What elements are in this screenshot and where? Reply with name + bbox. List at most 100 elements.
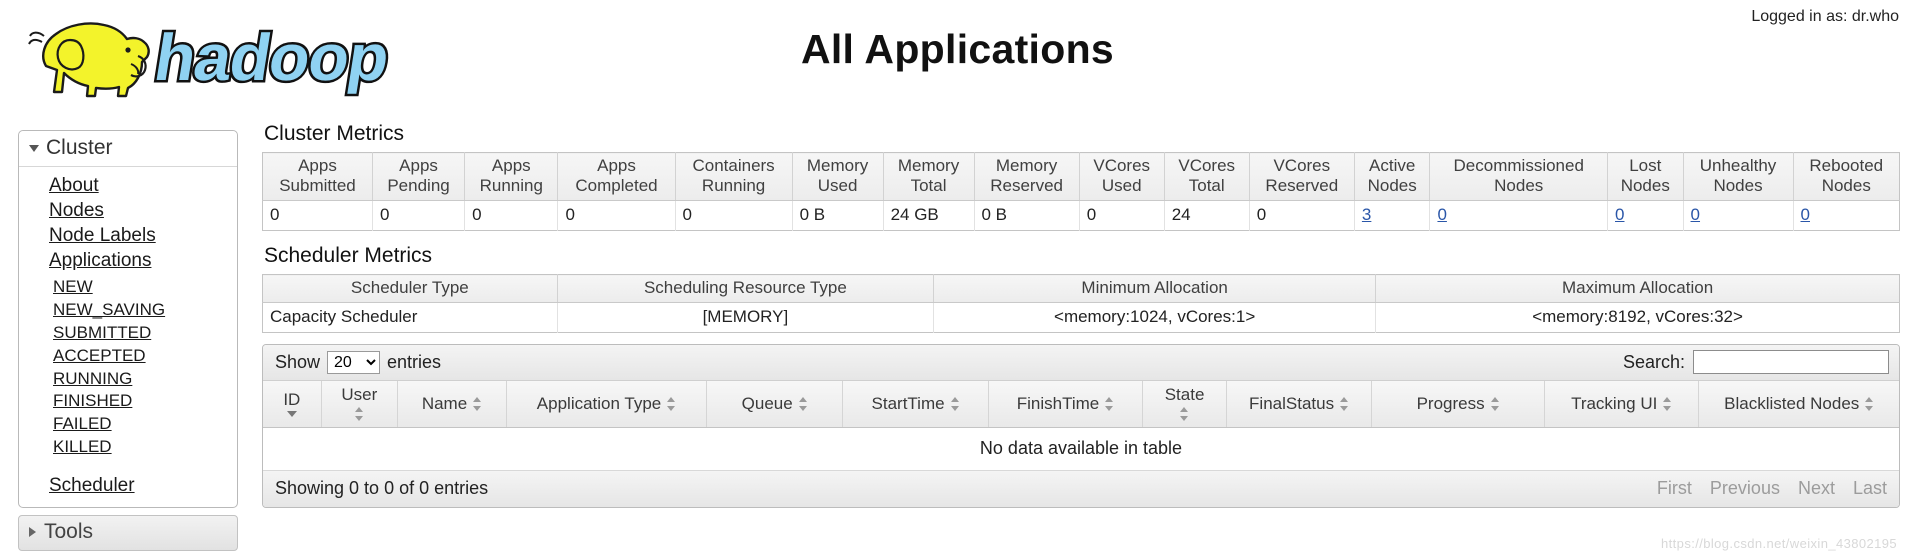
- state-submitted-label[interactable]: SUBMITTED: [53, 323, 151, 342]
- val-decommissioned-nodes[interactable]: 0: [1429, 200, 1609, 231]
- pagination-last[interactable]: Last: [1853, 478, 1887, 499]
- sidebar-item-state-accepted[interactable]: ACCEPTED: [53, 345, 237, 368]
- sidebar-item-state-failed[interactable]: FAILED: [53, 413, 237, 436]
- sort-desc-icon[interactable]: [286, 411, 297, 418]
- sidebar-item-scheduler[interactable]: Scheduler: [19, 465, 237, 497]
- sidebar-item-state-running[interactable]: RUNNING: [53, 368, 237, 391]
- val-apps-completed-text: 0: [565, 205, 575, 225]
- th-name-label: Name: [421, 393, 468, 413]
- th-queue[interactable]: Queue: [706, 381, 844, 429]
- th-starttime[interactable]: StartTime: [842, 381, 989, 429]
- sort-both-icon[interactable]: [667, 396, 676, 412]
- val-vcores-reserved-text: 0: [1256, 205, 1267, 225]
- th-user[interactable]: User: [321, 381, 398, 429]
- sidebar-section-tools[interactable]: Tools: [18, 514, 238, 551]
- pagination-first[interactable]: First: [1657, 478, 1692, 499]
- th-progress[interactable]: Progress: [1371, 381, 1545, 429]
- val-rebooted-nodes[interactable]: 0: [1793, 200, 1900, 231]
- val-rebooted-nodes-link[interactable]: 0: [1801, 205, 1810, 224]
- sort-both-icon[interactable]: [473, 396, 482, 412]
- cluster-metrics-table: Apps Submitted Apps Pending Apps Running: [262, 152, 1900, 232]
- col-maximum-allocation: Maximum Allocation: [1375, 274, 1900, 304]
- state-finished-label[interactable]: FINISHED: [53, 391, 132, 410]
- sort-both-icon[interactable]: [798, 396, 808, 412]
- sort-both-icon[interactable]: [1180, 406, 1189, 422]
- col-apps-running: Apps Running: [464, 152, 559, 202]
- sort-both-icon[interactable]: [1340, 396, 1349, 412]
- val-unhealthy-nodes-link[interactable]: 0: [1691, 205, 1700, 224]
- val-memory-total-text: 24 GB: [890, 205, 939, 225]
- val-lost-nodes[interactable]: 0: [1607, 200, 1684, 231]
- sidebar-item-state-submitted[interactable]: SUBMITTED: [53, 322, 237, 345]
- sidebar-item-nodes-label[interactable]: Nodes: [49, 200, 104, 221]
- col-memory-used-l1: Memory: [806, 156, 869, 175]
- sidebar-item-about[interactable]: About: [49, 173, 237, 198]
- main-content: Cluster Metrics Apps Submitted Apps Pend…: [262, 122, 1900, 509]
- th-state[interactable]: State: [1142, 381, 1227, 429]
- chevron-down-icon[interactable]: [29, 144, 39, 152]
- th-id[interactable]: ID: [263, 381, 322, 429]
- sort-both-icon[interactable]: [1663, 396, 1672, 412]
- th-application-type[interactable]: Application Type: [506, 381, 707, 429]
- sidebar-item-scheduler-label[interactable]: Scheduler: [49, 475, 135, 496]
- col-memory-reserved-l2: Reserved: [990, 176, 1063, 196]
- sidebar-section-cluster-label: Cluster: [46, 136, 113, 159]
- sort-both-icon[interactable]: [1865, 396, 1874, 412]
- state-new-label[interactable]: NEW: [53, 277, 93, 296]
- col-apps-completed-l1: Apps: [597, 156, 636, 175]
- sidebar-item-state-finished[interactable]: FINISHED: [53, 390, 237, 413]
- sidebar-item-applications[interactable]: Applications: [49, 248, 237, 273]
- th-name[interactable]: Name: [397, 381, 508, 429]
- val-memory-reserved: 0 B: [974, 200, 1080, 231]
- th-tracking-ui-label: Tracking UI: [1571, 393, 1658, 413]
- val-decommissioned-nodes-link[interactable]: 0: [1437, 205, 1446, 224]
- sidebar-item-state-new-saving[interactable]: NEW_SAVING: [53, 299, 237, 322]
- pagination-previous[interactable]: Previous: [1710, 478, 1780, 499]
- sort-both-icon[interactable]: [950, 396, 960, 412]
- scheduler-metrics-header-row: Scheduler Type Scheduling Resource Type …: [262, 274, 1900, 304]
- col-memory-total: Memory Total: [883, 152, 975, 202]
- th-tracking-ui[interactable]: Tracking UI: [1544, 381, 1700, 429]
- sort-both-icon[interactable]: [1490, 396, 1500, 412]
- sidebar-section-cluster[interactable]: Cluster: [19, 131, 237, 167]
- state-new-saving-label[interactable]: NEW_SAVING: [53, 300, 165, 319]
- cluster-nav-list: About Nodes Node Labels Applications: [19, 173, 237, 273]
- sidebar-item-applications-label[interactable]: Applications: [49, 250, 151, 271]
- col-apps-completed: Apps Completed: [557, 152, 676, 202]
- state-killed-label[interactable]: KILLED: [53, 437, 112, 456]
- state-running-label[interactable]: RUNNING: [53, 369, 132, 388]
- val-active-nodes[interactable]: 3: [1354, 200, 1431, 231]
- entries-label: entries: [387, 351, 442, 372]
- state-accepted-label[interactable]: ACCEPTED: [53, 346, 146, 365]
- val-containers-running-text: 0: [682, 205, 693, 225]
- th-blacklisted-nodes[interactable]: Blacklisted Nodes: [1698, 381, 1899, 429]
- sort-both-icon[interactable]: [354, 406, 364, 422]
- val-memory-total: 24 GB: [883, 200, 975, 231]
- sidebar-item-node-labels[interactable]: Node Labels: [49, 223, 237, 248]
- sidebar-item-nodes[interactable]: Nodes: [49, 198, 237, 223]
- sort-both-icon[interactable]: [1105, 396, 1114, 412]
- pagination-next[interactable]: Next: [1798, 478, 1835, 499]
- val-lost-nodes-link[interactable]: 0: [1615, 205, 1624, 224]
- val-active-nodes-link[interactable]: 3: [1362, 205, 1371, 224]
- val-unhealthy-nodes[interactable]: 0: [1683, 200, 1794, 231]
- search-control: Search:: [1623, 350, 1889, 375]
- sidebar-item-about-label[interactable]: About: [49, 175, 99, 196]
- sidebar-item-state-killed[interactable]: KILLED: [53, 436, 237, 459]
- col-apps-pending: Apps Pending: [372, 152, 466, 202]
- val-apps-pending-text: 0: [379, 205, 390, 225]
- col-unhealthy-nodes-l1: Unhealthy: [1699, 156, 1777, 175]
- sidebar-item-state-new[interactable]: NEW: [53, 276, 237, 299]
- sidebar-item-node-labels-label[interactable]: Node Labels: [49, 225, 156, 246]
- val-apps-pending: 0: [372, 200, 466, 231]
- th-finalstatus[interactable]: FinalStatus: [1226, 381, 1373, 429]
- chevron-right-icon[interactable]: [29, 526, 36, 537]
- page-length-control: Show 20 40 60 80 100 entries: [275, 350, 442, 374]
- show-label: Show: [275, 351, 321, 372]
- search-input[interactable]: [1693, 350, 1889, 375]
- state-failed-label[interactable]: FAILED: [53, 414, 112, 433]
- page-length-select[interactable]: 20 40 60 80 100: [327, 350, 381, 374]
- val-vcores-used-text: 0: [1086, 205, 1097, 225]
- th-finishtime[interactable]: FinishTime: [988, 381, 1144, 429]
- val-apps-running-text: 0: [472, 205, 482, 225]
